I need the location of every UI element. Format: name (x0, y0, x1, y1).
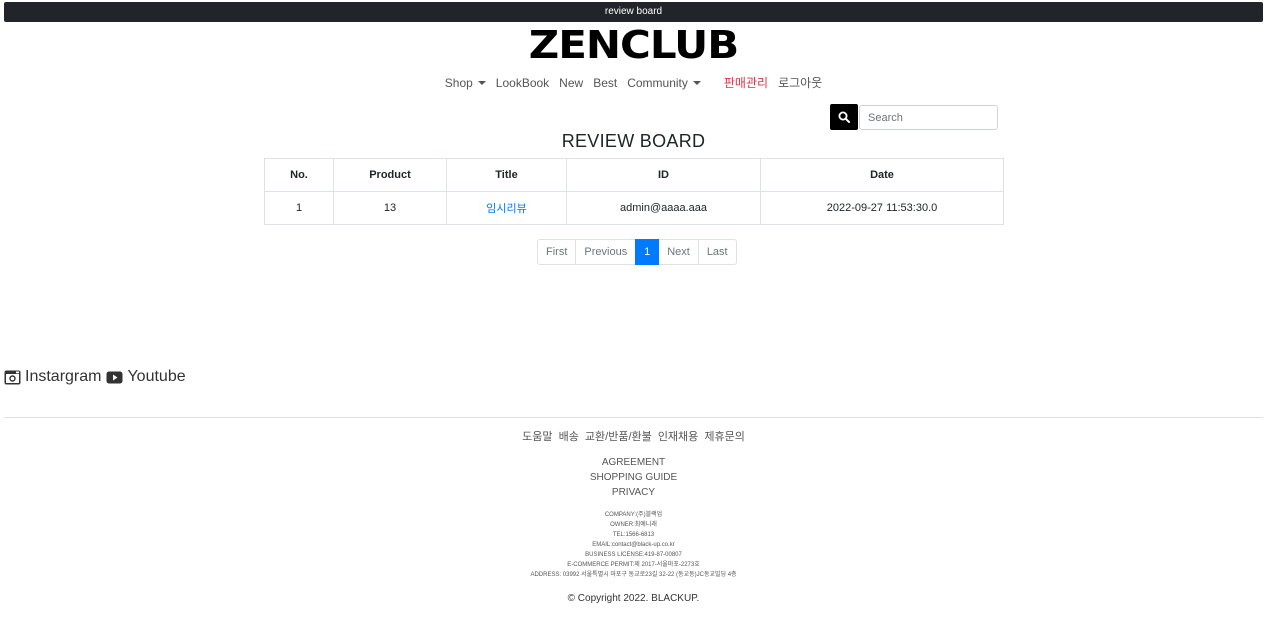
instagram-icon (4, 370, 21, 384)
top-bar-title: review board (604, 6, 663, 17)
page-title: REVIEW BOARD (561, 131, 706, 151)
company-info-line: OWNER:최예니래 (610, 522, 657, 528)
nav-lookbook[interactable]: LookBook (491, 74, 554, 92)
column-header-product: Product (333, 158, 447, 192)
instagram-link[interactable]: Instargram (25, 368, 101, 386)
footer-link-shipping[interactable]: 배송 (559, 431, 579, 443)
nav-shop-label: Shop (444, 76, 473, 90)
page-current-button[interactable]: 1 (635, 239, 660, 265)
cell-title: 임시리뷰 (446, 191, 567, 225)
company-info-line: TEL:1566-6813 (612, 532, 655, 538)
review-title-link[interactable]: 임시리뷰 (486, 203, 526, 215)
footer-link-returns[interactable]: 교환/반품/환불 (585, 431, 652, 443)
company-info-line: ADDRESS: 03992 서울특별시 마포구 동교로23길 32-22 (동… (530, 572, 737, 578)
column-header-no: No. (264, 158, 334, 192)
nav-community-label: Community (627, 76, 688, 90)
policy-agreement-link[interactable]: AGREEMENT (0, 455, 1267, 470)
chevron-down-icon (477, 81, 486, 85)
company-info: COMPANY:(주)블랙업 OWNER:최예니래 TEL:1566-6813 … (0, 510, 1267, 580)
main-nav: Shop LookBook New Best Community 판매관리 로그… (0, 74, 1267, 92)
pagination: First Previous 1 Next Last (537, 239, 737, 265)
footer-link-careers[interactable]: 인재채용 (658, 431, 698, 443)
page-next-button[interactable]: Next (658, 239, 699, 265)
top-bar: review board (4, 2, 1263, 22)
page-first-button[interactable]: First (537, 239, 577, 265)
nav-logout[interactable]: 로그아웃 (773, 74, 827, 92)
youtube-icon (106, 371, 123, 383)
page-last-button[interactable]: Last (697, 239, 737, 265)
cell-product: 13 (333, 191, 447, 225)
site-logo[interactable]: ZENCLUB (0, 25, 1267, 65)
company-info-line: EMAIL:contact@black-up.co.kr (592, 542, 675, 548)
policy-privacy-link[interactable]: PRIVACY (0, 485, 1267, 500)
search-icon (838, 111, 850, 123)
nav-shop[interactable]: Shop (440, 74, 491, 92)
footer-link-help[interactable]: 도움말 (522, 431, 552, 443)
footer-policies: AGREEMENT SHOPPING GUIDE PRIVACY (0, 455, 1267, 500)
table-header-row: No. Product Title ID Date (264, 158, 1004, 192)
nav-community[interactable]: Community (622, 74, 706, 92)
review-table: No. Product Title ID Date 1 13 임시리뷰 admi… (264, 158, 1004, 225)
cell-id: admin@aaaa.aaa (566, 191, 761, 225)
footer-link-partnership[interactable]: 제휴문의 (704, 431, 744, 443)
social-links: Instargram Youtube (4, 368, 186, 386)
page-previous-button[interactable]: Previous (575, 239, 637, 265)
chevron-down-icon (692, 81, 701, 85)
nav-best[interactable]: Best (588, 74, 622, 92)
cell-date: 2022-09-27 11:53:30.0 (760, 191, 1004, 225)
copyright: © Copyright 2022. BLACKUP. (567, 593, 700, 604)
policy-shopping-guide-link[interactable]: SHOPPING GUIDE (0, 470, 1267, 485)
footer-divider (4, 417, 1263, 418)
cell-no: 1 (264, 191, 334, 225)
nav-sales-admin[interactable]: 판매관리 (719, 74, 773, 92)
company-info-line: BUSINESS LICENSE:419-87-00807 (585, 552, 682, 558)
company-info-line: E-COMMERCE PERMIT:제 2017-서울마포-2273호 (567, 562, 700, 568)
youtube-link[interactable]: Youtube (127, 368, 185, 386)
footer-links: 도움말 배송 교환/반품/환불 인재채용 제휴문의 (0, 428, 1267, 444)
column-header-id: ID (566, 158, 761, 192)
column-header-title: Title (446, 158, 567, 192)
search-button[interactable] (830, 104, 858, 130)
column-header-date: Date (760, 158, 1004, 192)
table-row: 1 13 임시리뷰 admin@aaaa.aaa 2022-09-27 11:5… (264, 191, 1004, 225)
search-input[interactable] (859, 105, 998, 130)
nav-new[interactable]: New (554, 74, 588, 92)
company-info-line: COMPANY:(주)블랙업 (604, 512, 663, 518)
